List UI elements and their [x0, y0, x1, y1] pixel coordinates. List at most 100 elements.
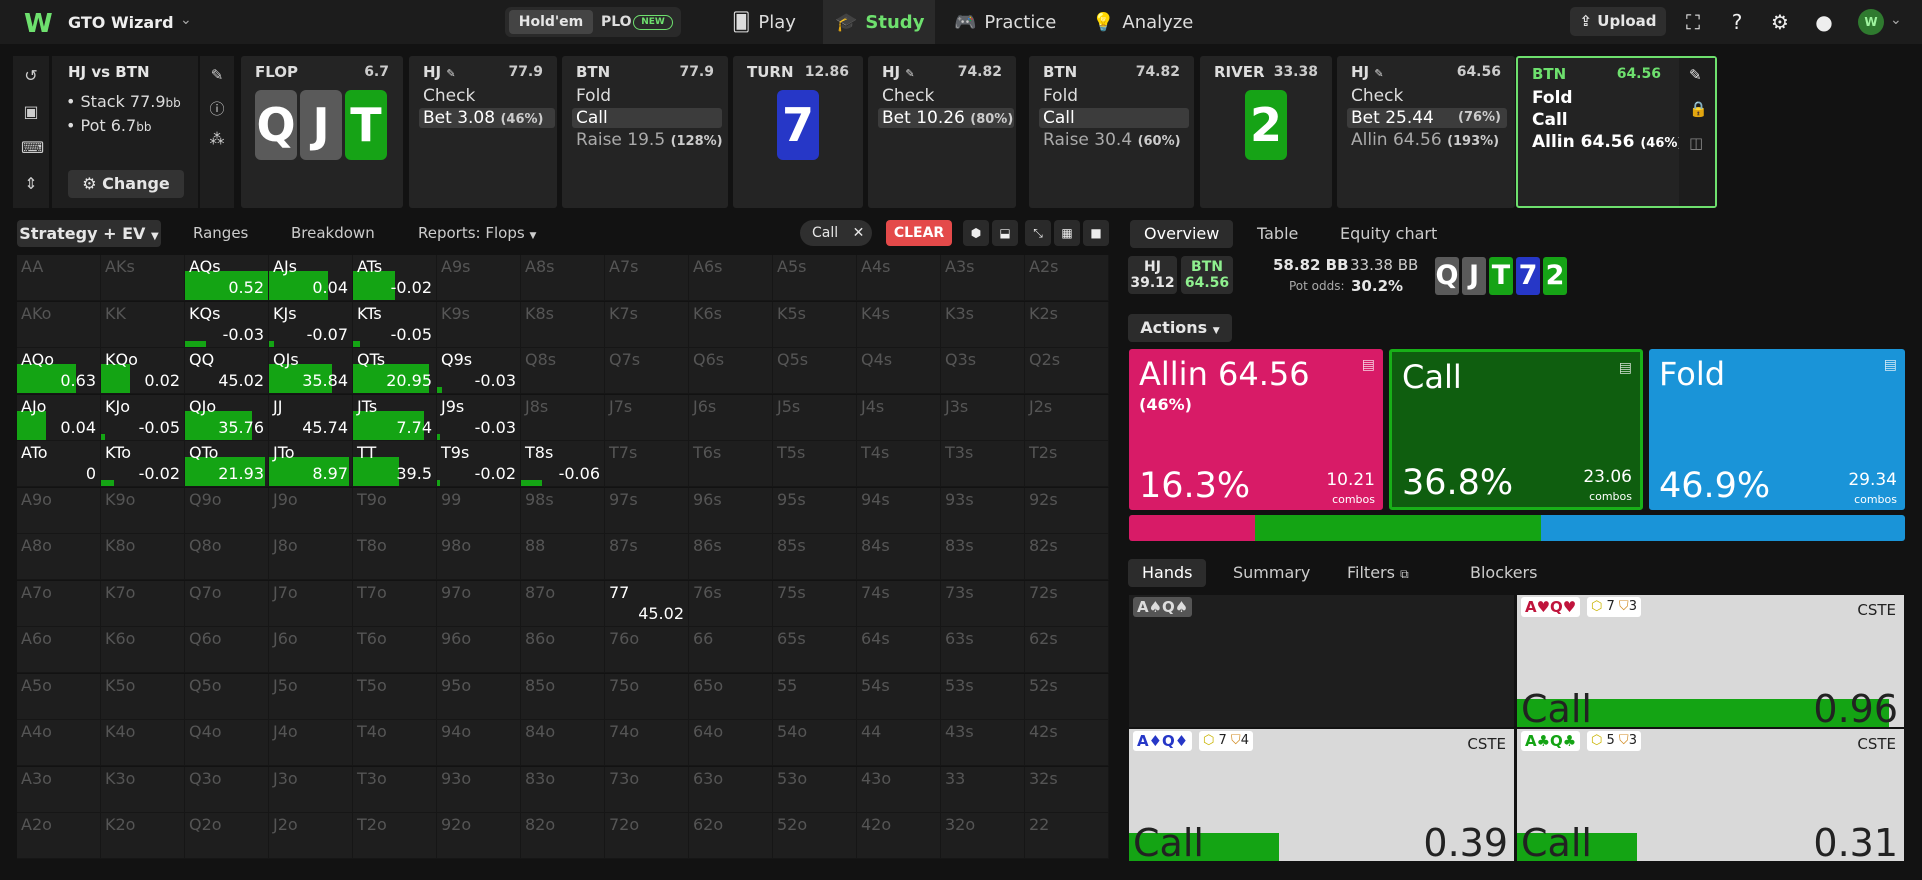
hand-cell-95s[interactable]: 95s: [773, 487, 857, 534]
save-icon[interactable]: ▣: [21, 102, 41, 121]
hand-cell-74o[interactable]: 74o: [605, 720, 689, 766]
tab-hands[interactable]: Hands: [1128, 559, 1207, 587]
hand-cell-T6s[interactable]: T6s: [689, 441, 773, 487]
hand-cell-52o[interactable]: 52o: [773, 813, 857, 859]
hand-cell-54s[interactable]: 54s: [857, 673, 941, 720]
hand-cell-99[interactable]: 99: [437, 487, 521, 534]
gear-icon[interactable]: ⚙: [1768, 10, 1792, 34]
action-bet[interactable]: Bet 25.44 (76%): [1347, 108, 1507, 128]
btn-action-card-2[interactable]: BTN 74.82 Fold Call Raise 30.4 (60%): [1029, 56, 1194, 208]
hand-cell-32s[interactable]: 32s: [1025, 766, 1109, 813]
hand-cell-K7s[interactable]: K7s: [605, 301, 689, 348]
chevron-down-icon[interactable]: ⌄: [180, 12, 192, 28]
hand-cell-66[interactable]: 66: [689, 627, 773, 673]
hand-cell-T8o[interactable]: T8o: [353, 534, 437, 580]
hand-cell-93o[interactable]: 93o: [437, 766, 521, 813]
hand-cell-J7o[interactable]: J7o: [269, 580, 353, 627]
hand-cell-22[interactable]: 22: [1025, 813, 1109, 859]
hand-cell-85o[interactable]: 85o: [521, 673, 605, 720]
hand-cell-A4s[interactable]: A4s: [857, 255, 941, 301]
hand-cell-Q3o[interactable]: Q3o: [185, 766, 269, 813]
hand-cell-64o[interactable]: 64o: [689, 720, 773, 766]
filter-pill-call[interactable]: Call ✕: [800, 220, 872, 246]
hand-cell-52s[interactable]: 52s: [1025, 673, 1109, 720]
plo-tab[interactable]: PLO: [601, 10, 632, 34]
hand-cell-92s[interactable]: 92s: [1025, 487, 1109, 534]
hand-cell-A8s[interactable]: A8s: [521, 255, 605, 301]
hand-cell-TT[interactable]: TT 39.5: [353, 441, 437, 487]
user-icon[interactable]: ●: [1812, 10, 1836, 34]
hand-cell-86s[interactable]: 86s: [689, 534, 773, 580]
hand-cell-A5o[interactable]: A5o: [17, 673, 101, 720]
gamepad-icon[interactable]: ⌨: [21, 138, 44, 157]
hand-cell-Q7s[interactable]: Q7s: [605, 348, 689, 394]
action-call[interactable]: Call: [1528, 110, 1668, 130]
hand-cell-J6o[interactable]: J6o: [269, 627, 353, 673]
hand-cell-JTo[interactable]: JTo 8.97: [269, 441, 353, 487]
hand-cell-K3o[interactable]: K3o: [101, 766, 185, 813]
hand-cell-42s[interactable]: 42s: [1025, 720, 1109, 766]
hand-cell-T9s[interactable]: T9s -0.02: [437, 441, 521, 487]
nav-play[interactable]: 🂠 Play: [728, 0, 823, 44]
river-card[interactable]: RIVER 33.38 2: [1200, 56, 1332, 208]
reset-icon[interactable]: ↺: [21, 66, 41, 85]
hand-cell-K2o[interactable]: K2o: [101, 813, 185, 859]
hand-cell-T2o[interactable]: T2o: [353, 813, 437, 859]
hand-cell-J7s[interactable]: J7s: [605, 394, 689, 441]
change-button[interactable]: ⚙ Change: [68, 170, 184, 198]
hand-cell-96o[interactable]: 96o: [437, 627, 521, 673]
hand-cell-QJs[interactable]: QJs 35.84: [269, 348, 353, 394]
clear-button[interactable]: CLEAR: [886, 220, 952, 246]
action-allin[interactable]: Allin 64.56 (46%): [1528, 132, 1683, 152]
hand-cell-53o[interactable]: 53o: [773, 766, 857, 813]
hand-cell-Q5s[interactable]: Q5s: [773, 348, 857, 394]
hand-cell-K8s[interactable]: K8s: [521, 301, 605, 348]
tab-filters[interactable]: Filters ⧉: [1347, 559, 1409, 587]
hand-cell-AQs[interactable]: AQs 0.52: [185, 255, 269, 301]
hand-cell-A7o[interactable]: A7o: [17, 580, 101, 627]
hand-cell-72s[interactable]: 72s: [1025, 580, 1109, 627]
hj-action-card-2[interactable]: HJ ✎ 74.82 Check Bet 10.26 (80%): [868, 56, 1016, 208]
hand-cell-85s[interactable]: 85s: [773, 534, 857, 580]
hand-cell-KK[interactable]: KK: [101, 301, 185, 348]
hand-cell-74s[interactable]: 74s: [857, 580, 941, 627]
hand-cell-55[interactable]: 55: [773, 673, 857, 720]
hand-cell-Q2o[interactable]: Q2o: [185, 813, 269, 859]
btn-action-card-3[interactable]: BTN 64.56 Fold Call Allin 64.56 (46%) ✎ …: [1516, 56, 1717, 208]
hand-cell-T9o[interactable]: T9o: [353, 487, 437, 534]
split-icon[interactable]: ◫: [1689, 134, 1703, 152]
hand-cell-KJo[interactable]: KJo -0.05: [101, 394, 185, 441]
hand-cell-A9s[interactable]: A9s: [437, 255, 521, 301]
lock-icon[interactable]: 🔒: [1689, 100, 1708, 118]
hand-cell-J9s[interactable]: J9s -0.03: [437, 394, 521, 441]
hand-cell-73s[interactable]: 73s: [941, 580, 1025, 627]
tab-summary[interactable]: Summary: [1233, 559, 1310, 587]
flop-card[interactable]: FLOP 6.7 Q J T: [241, 56, 403, 208]
hand-cell-Q7o[interactable]: Q7o: [185, 580, 269, 627]
hand-cell-83o[interactable]: 83o: [521, 766, 605, 813]
hand-cell-T8s[interactable]: T8s -0.06: [521, 441, 605, 487]
hand-cell-JTs[interactable]: JTs 7.74: [353, 394, 437, 441]
hand-cell-KQo[interactable]: KQo 0.02: [101, 348, 185, 394]
action-call-box[interactable]: Call 36.8% 23.06 combos ▤: [1389, 349, 1643, 510]
hand-cell-AJo[interactable]: AJo 0.04: [17, 394, 101, 441]
hand-cell-ATs[interactable]: ATs -0.02: [353, 255, 437, 301]
hand-cell-T7o[interactable]: T7o: [353, 580, 437, 627]
hand-cell-98o[interactable]: 98o: [437, 534, 521, 580]
hand-cell-K9o[interactable]: K9o: [101, 487, 185, 534]
hand-cell-T4o[interactable]: T4o: [353, 720, 437, 766]
hand-cell-J3o[interactable]: J3o: [269, 766, 353, 813]
hand-cell-T6o[interactable]: T6o: [353, 627, 437, 673]
hand-cell-Q2s[interactable]: Q2s: [1025, 348, 1109, 394]
hand-cell-K9s[interactable]: K9s: [437, 301, 521, 348]
hand-cell-T7s[interactable]: T7s: [605, 441, 689, 487]
tab-breakdown[interactable]: Breakdown: [291, 220, 375, 246]
expand-icon[interactable]: ⇕: [21, 174, 41, 193]
hand-cell-K7o[interactable]: K7o: [101, 580, 185, 627]
hand-cell-62o[interactable]: 62o: [689, 813, 773, 859]
hand-card[interactable]: A♣Q♣ ⬡ 5 ⛉3 CSTE Call 0.31: [1517, 729, 1904, 861]
action-bet[interactable]: Bet 3.08 (46%): [419, 108, 555, 128]
info-icon[interactable]: ⓘ: [207, 98, 227, 119]
tab-blockers[interactable]: Blockers: [1470, 559, 1537, 587]
hand-cell-A2o[interactable]: A2o: [17, 813, 101, 859]
